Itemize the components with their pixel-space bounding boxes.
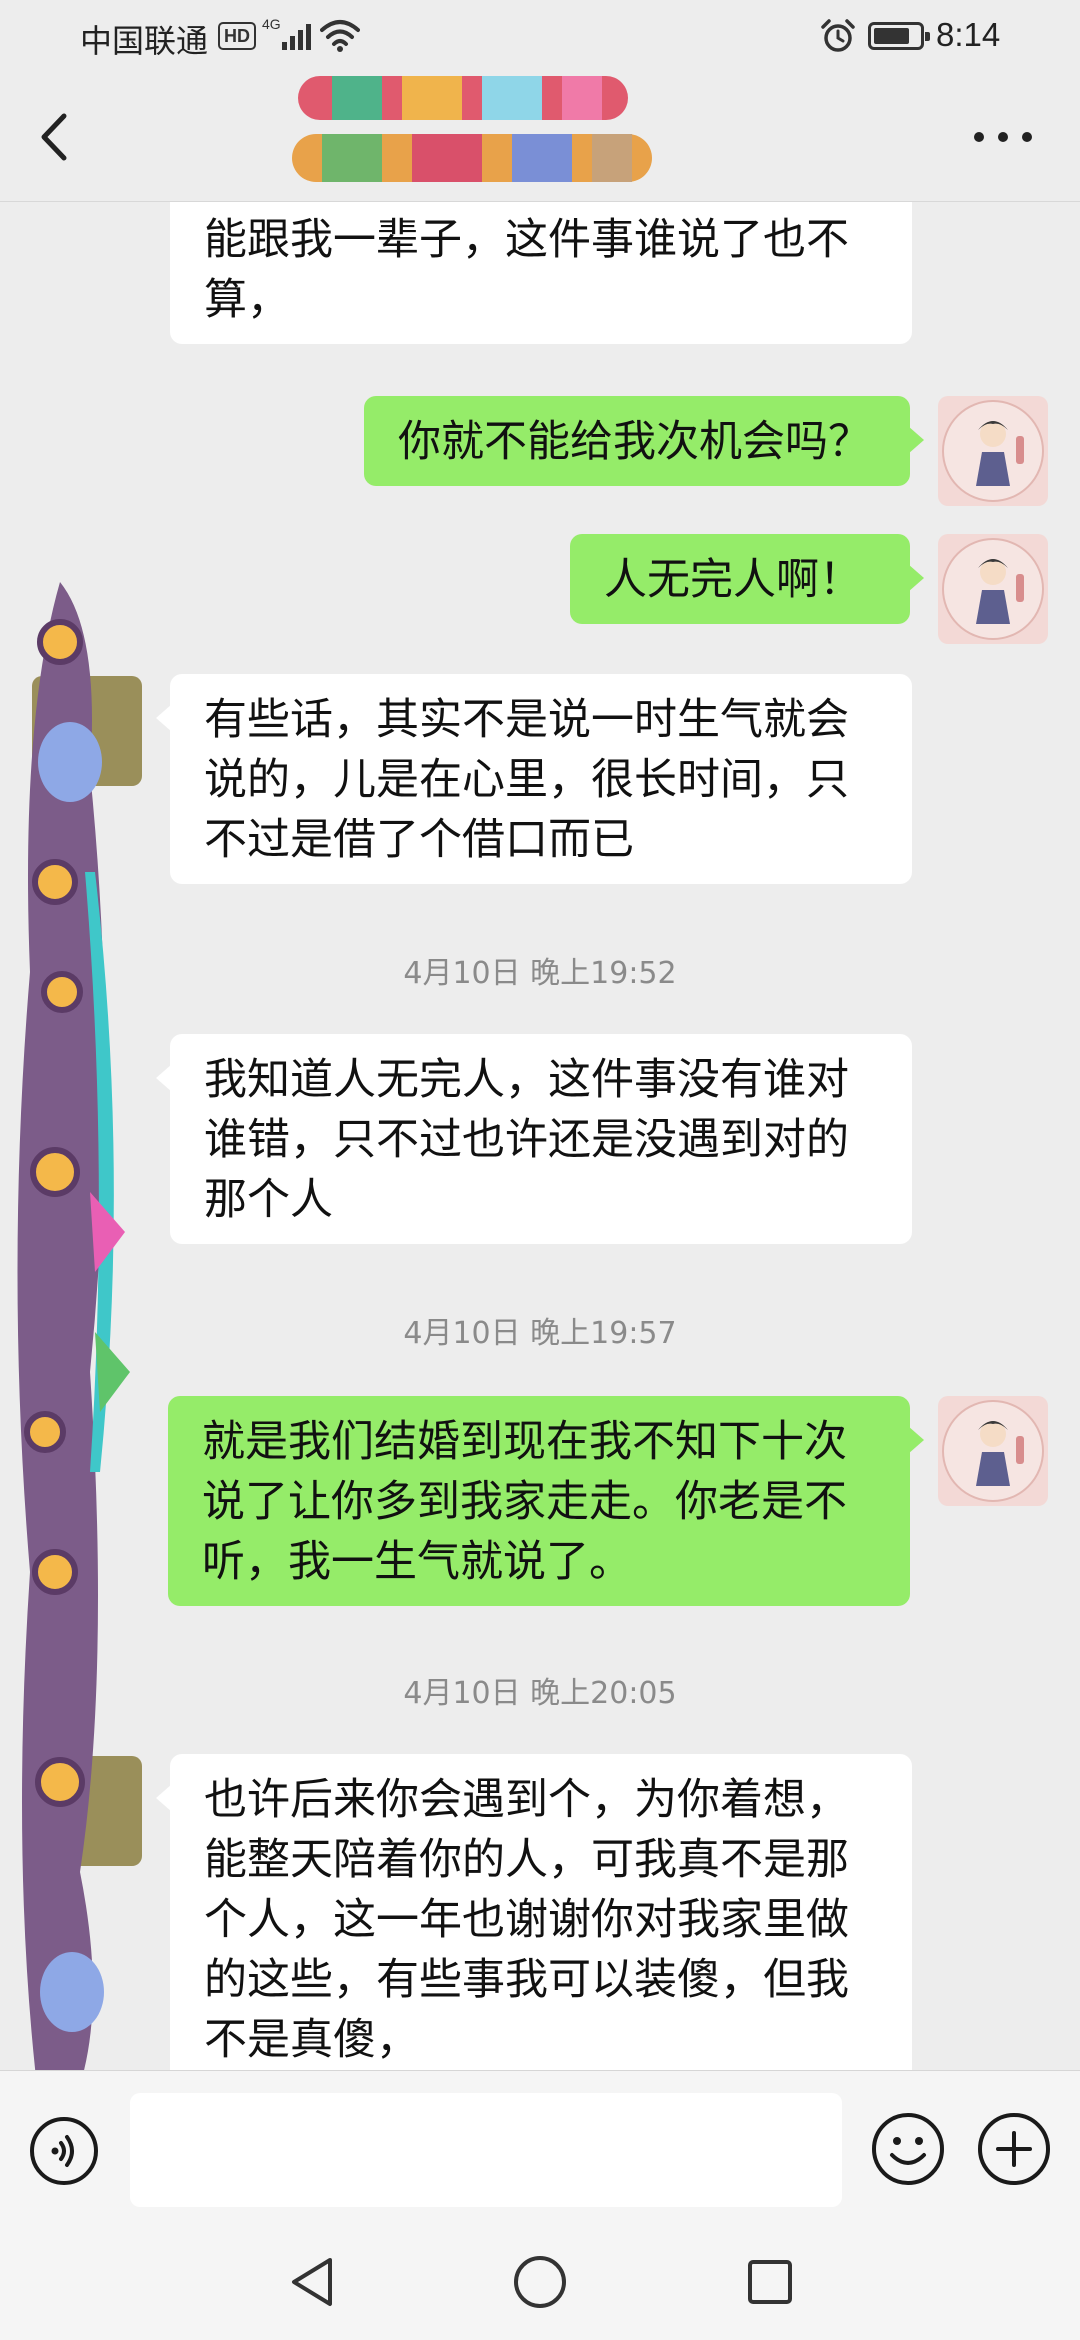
plus-icon[interactable]: [976, 2111, 1052, 2187]
battery-icon: [868, 22, 930, 50]
system-navigation-bar: [0, 2230, 1080, 2340]
message-text: 人无完人啊！: [604, 555, 862, 605]
message-input[interactable]: [130, 2093, 842, 2207]
nav-back-icon[interactable]: [284, 2252, 340, 2312]
more-icon[interactable]: [972, 122, 1034, 152]
message-text: 也不对，我们都是成年人，他们不能跟我一辈子，这件事谁说了也不算，: [204, 202, 849, 325]
message-bubble-incoming[interactable]: 也许后来你会遇到个，为你着想，能整天陪着你的人，可我真不是那个人，这一年也谢谢你…: [156, 1754, 912, 2070]
voice-icon[interactable]: [28, 2115, 100, 2187]
message-text: 有些话，其实不是说一时生气就会说的，儿是在心里，很长时间，只不过是借了个借口而已: [204, 695, 849, 865]
message-bubble-incoming[interactable]: 有些话，其实不是说一时生气就会说的，儿是在心里，很长时间，只不过是借了个借口而已: [156, 674, 912, 884]
nav-recents-icon[interactable]: [742, 2252, 798, 2312]
status-bar: 中国联通 HD 4G 8:14: [0, 0, 1080, 72]
emoji-icon[interactable]: [870, 2111, 946, 2187]
message-list[interactable]: 也不对，我们都是成年人，他们不能跟我一辈子，这件事谁说了也不算， 你就不能给我次…: [0, 202, 1080, 2070]
hd-badge-icon: HD: [218, 22, 256, 50]
signal-icon: [282, 24, 312, 50]
timestamp: 4月10日 晚上19:52: [403, 956, 677, 991]
nav-home-icon[interactable]: [510, 2252, 570, 2312]
message-text: 我知道人无完人，这件事没有谁对谁错，只不过也许还是没遇到对的那个人: [204, 1055, 849, 1225]
alarm-icon: [821, 19, 855, 52]
status-time: 8:14: [936, 16, 1001, 53]
chat-header: [0, 72, 1080, 202]
self-avatar[interactable]: [938, 534, 1048, 644]
timestamp: 4月10日 晚上20:05: [403, 1676, 677, 1711]
self-avatar[interactable]: [938, 1396, 1048, 1506]
message-bubble-incoming[interactable]: 也不对，我们都是成年人，他们不能跟我一辈子，这件事谁说了也不算，: [170, 202, 912, 344]
network-type: 4G: [262, 16, 281, 32]
message-bubble-outgoing[interactable]: 人无完人啊！: [570, 534, 924, 624]
message-bubble-outgoing[interactable]: 就是我们结婚到现在我不知下十次说了让你多到我家走走。你老是不听，我一生气就说了。: [168, 1396, 924, 1606]
redaction-stripe: [17, 582, 130, 2070]
message-text: 你就不能给我次机会吗？: [398, 417, 871, 467]
message-text: 就是我们结婚到现在我不知下十次说了让你多到我家走走。你老是不听，我一生气就说了。: [202, 1417, 847, 1587]
redaction-scribble: [292, 76, 652, 182]
message-bubble-incoming[interactable]: 我知道人无完人，这件事没有谁对谁错，只不过也许还是没遇到对的那个人: [156, 1034, 912, 1244]
message-bubble-outgoing[interactable]: 你就不能给我次机会吗？: [364, 396, 924, 486]
wifi-icon: [320, 20, 360, 52]
carrier-name: 中国联通: [80, 23, 209, 59]
message-text: 也许后来你会遇到个，为你着想，能整天陪着你的人，可我真不是那个人，这一年也谢谢你…: [204, 1775, 849, 2065]
timestamp: 4月10日 晚上19:57: [403, 1316, 677, 1351]
back-arrow-icon[interactable]: [30, 102, 80, 172]
self-avatar[interactable]: [938, 396, 1048, 506]
input-bar: [0, 2070, 1080, 2230]
